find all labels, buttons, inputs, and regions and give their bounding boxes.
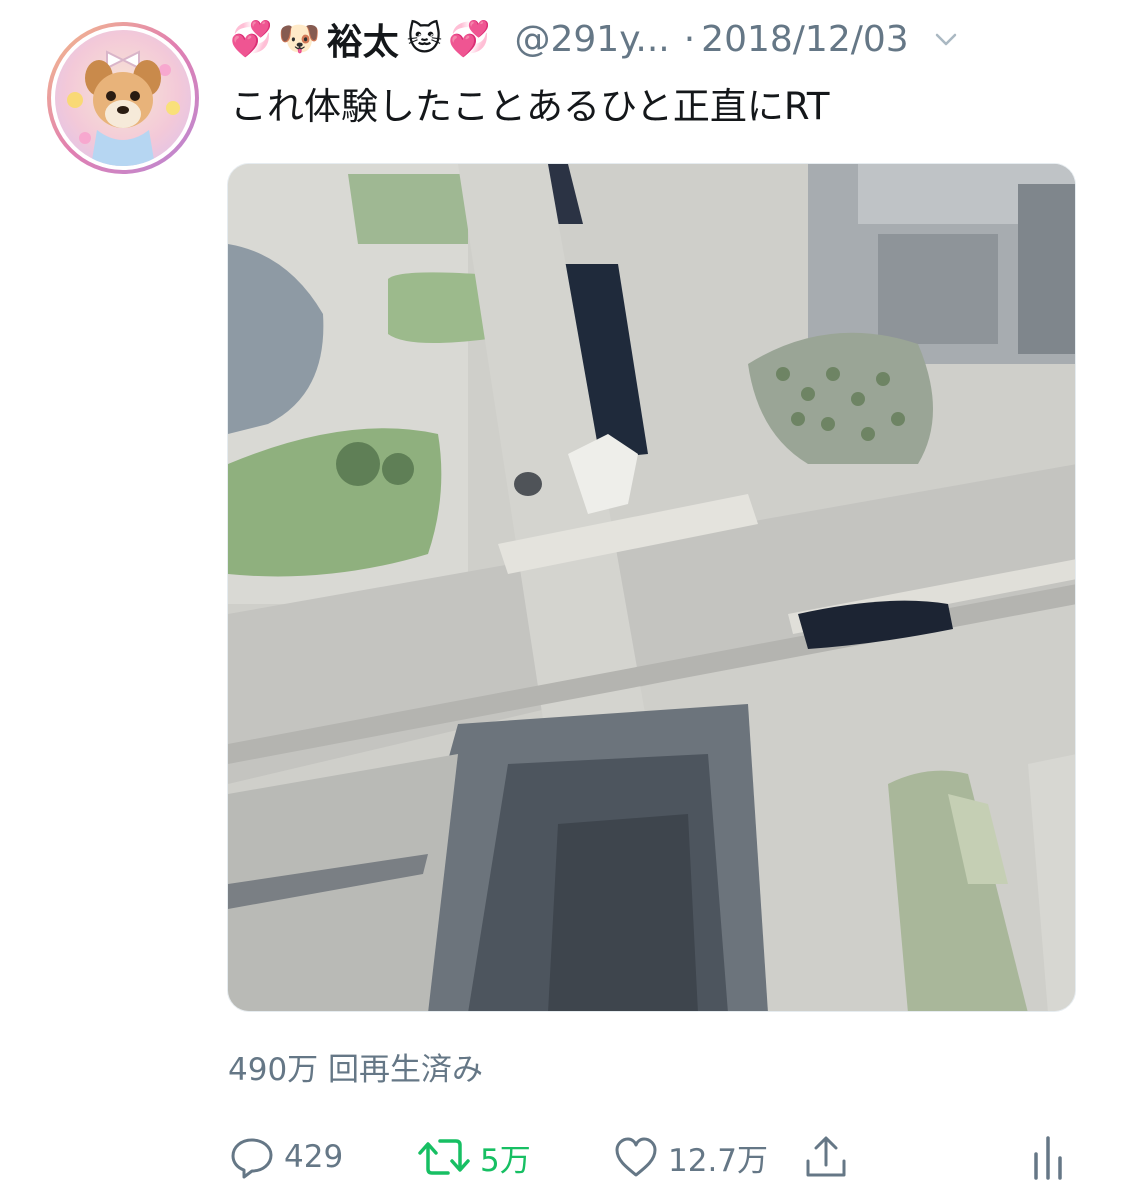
reply-count: 429 <box>284 1139 344 1175</box>
analytics-bars-icon <box>1034 1136 1062 1180</box>
analytics-button[interactable] <box>1028 1130 1068 1184</box>
like-count: 12.7万 <box>668 1142 769 1179</box>
action-bar: 429 5万 12.7万 <box>228 1130 1074 1184</box>
share-icon <box>806 1136 846 1177</box>
chevron-down-icon[interactable] <box>933 26 959 52</box>
dog-face-emoji: 🐶 <box>278 19 321 59</box>
video-thumbnail <box>228 164 1075 1011</box>
sparkling-heart-emoji: 💞 <box>230 19 273 59</box>
retweet-count: 5万 <box>480 1142 531 1179</box>
retweet-icon <box>418 1139 470 1175</box>
avatar-photo <box>55 30 191 166</box>
separator-dot: · <box>683 18 696 60</box>
like-button[interactable]: 12.7万 <box>612 1130 768 1184</box>
user-handle[interactable]: @291y... <box>515 19 670 60</box>
tweet-date[interactable]: 2018/12/03 <box>701 19 909 60</box>
heart-icon <box>615 1137 657 1177</box>
view-count: 490万 回再生済み <box>228 1052 484 1088</box>
sparkling-heart-emoji: 💞 <box>448 19 491 59</box>
share-button[interactable] <box>802 1130 850 1184</box>
video-player[interactable] <box>227 163 1076 1012</box>
reply-button[interactable]: 429 <box>228 1130 343 1184</box>
reply-bubble-icon <box>231 1138 273 1179</box>
dog-photo-icon <box>67 50 180 166</box>
avatar-border <box>51 26 195 170</box>
tweet-header: 💞 🐶 裕太 🐱 💞 @291y... · 2018/12/03 <box>230 14 959 64</box>
avatar[interactable] <box>47 22 199 174</box>
cat-face-emoji: 🐱 <box>406 19 443 59</box>
tweet-text: これ体験したことあるひと正直にRT <box>230 85 830 128</box>
retweet-button[interactable]: 5万 <box>416 1130 531 1184</box>
display-name[interactable]: 裕太 <box>327 13 399 65</box>
